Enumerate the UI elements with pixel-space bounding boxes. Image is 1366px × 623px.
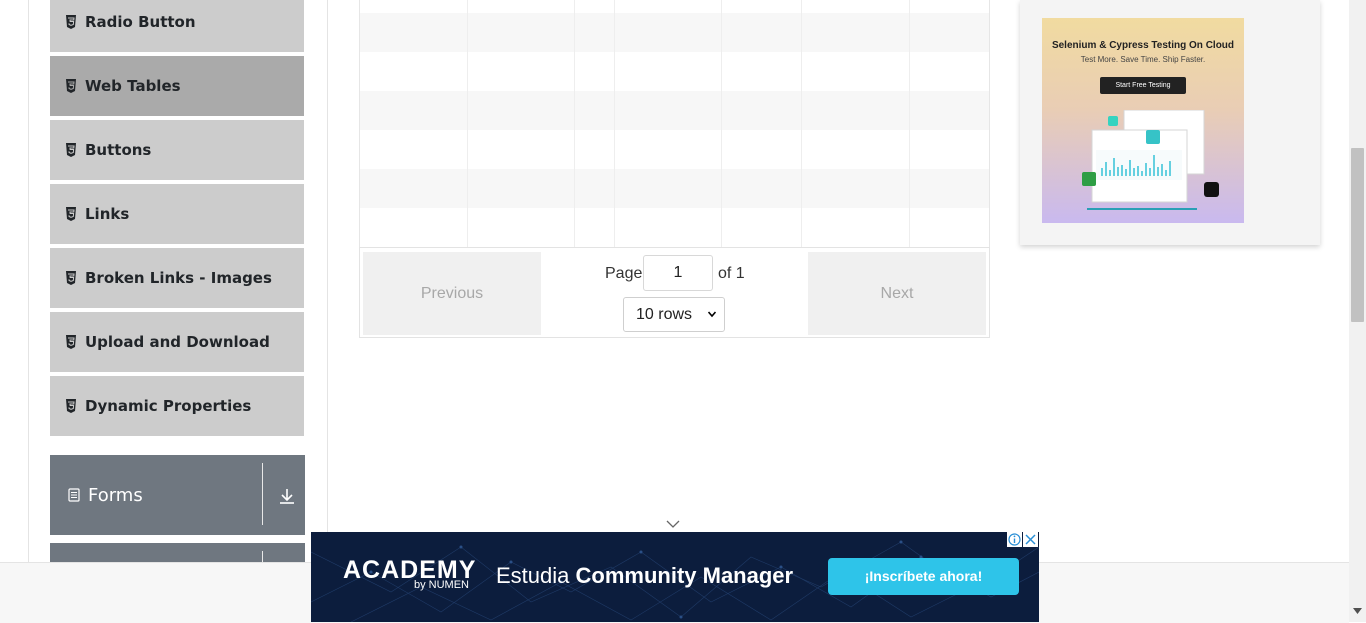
sidebar-right-border <box>327 0 328 562</box>
sidebar-item-web-tables[interactable]: Web Tables <box>50 56 304 118</box>
ad-close-icon[interactable] <box>1023 532 1038 547</box>
next-button[interactable]: Next <box>808 252 986 335</box>
side-ad-title: Selenium & Cypress Testing On Cloud <box>1051 40 1235 51</box>
table-row <box>360 91 989 131</box>
html5-icon <box>66 271 76 285</box>
ad-info-icon[interactable] <box>1007 532 1022 547</box>
banner-logo-byline: by NUMEN <box>414 579 470 591</box>
table-row <box>360 52 989 92</box>
group-header-divider <box>262 463 263 525</box>
table-row <box>360 13 989 53</box>
html5-icon <box>66 15 76 29</box>
scroll-down-arrow-icon[interactable] <box>1353 608 1362 615</box>
banner-cta-button[interactable]: ¡Inscríbete ahora! <box>828 558 1019 595</box>
html5-icon <box>66 335 76 349</box>
document-icon <box>68 488 80 502</box>
pagination: Previous Page of 1 10 rows Next <box>359 247 990 338</box>
banner-headline-bold: Community Manager <box>575 563 794 588</box>
column-divider <box>909 0 910 247</box>
group-header-divider <box>262 551 263 562</box>
chevron-down-icon[interactable] <box>666 519 680 529</box>
web-table <box>359 0 990 248</box>
html5-icon <box>66 143 76 157</box>
sidebar-item-label: Buttons <box>85 141 152 159</box>
html5-icon <box>66 207 76 221</box>
column-divider <box>801 0 802 247</box>
column-divider <box>574 0 575 247</box>
sidebar-item-broken-links[interactable]: Broken Links - Images <box>50 248 304 310</box>
sidebar-item-label: Dynamic Properties <box>85 397 252 415</box>
content-left-border <box>28 0 29 562</box>
group-header-next[interactable] <box>50 543 305 562</box>
page-label: Page <box>605 265 643 282</box>
rows-per-page-value: 10 rows <box>636 306 693 323</box>
sidebar-item-links[interactable]: Links <box>50 184 304 246</box>
page-number-input[interactable] <box>643 255 713 291</box>
sidebar-item-label: Broken Links - Images <box>85 269 272 287</box>
previous-button[interactable]: Previous <box>363 252 541 335</box>
banner-headline-prefix: Estudia <box>496 563 576 588</box>
column-divider <box>467 0 468 247</box>
sidebar-item-upload-download[interactable]: Upload and Download <box>50 312 304 374</box>
side-ad[interactable]: Selenium & Cypress Testing On Cloud Test… <box>1020 0 1320 245</box>
side-ad-creative: Selenium & Cypress Testing On Cloud Test… <box>1042 18 1244 223</box>
rows-per-page-select[interactable]: 10 rows <box>623 297 725 332</box>
table-row <box>360 0 989 14</box>
banner-headline: Estudia Community Manager <box>496 563 793 589</box>
table-row <box>360 208 989 248</box>
column-divider <box>721 0 722 247</box>
group-header-label: Forms <box>88 484 143 506</box>
html5-icon <box>66 79 76 93</box>
chevron-down-icon <box>708 311 716 318</box>
column-divider <box>614 0 615 247</box>
sidebar-item-label: Radio Button <box>85 13 196 31</box>
sidebar-item-label: Links <box>85 205 130 223</box>
banner-ad[interactable]: ACADEMY by NUMEN Estudia Community Manag… <box>311 532 1039 622</box>
total-pages-label: of 1 <box>718 265 745 282</box>
table-row <box>360 169 989 209</box>
table-row <box>360 130 989 170</box>
sidebar-item-dynamic-properties[interactable]: Dynamic Properties <box>50 376 304 438</box>
sidebar-item-label: Upload and Download <box>85 333 270 351</box>
group-header-forms[interactable]: Forms <box>50 455 305 535</box>
sidebar-item-label: Web Tables <box>85 77 181 95</box>
side-ad-subtitle: Test More. Save Time. Ship Faster. <box>1080 55 1206 64</box>
side-ad-cta-button[interactable]: Start Free Testing <box>1100 77 1186 94</box>
sidebar-item-buttons[interactable]: Buttons <box>50 120 304 182</box>
sidebar-item-radio-button[interactable]: Radio Button <box>50 0 304 54</box>
download-arrow-icon[interactable] <box>278 487 296 505</box>
scrollbar-thumb[interactable] <box>1351 148 1364 322</box>
dashboard-illustration <box>1082 110 1219 210</box>
html5-icon <box>66 399 76 413</box>
